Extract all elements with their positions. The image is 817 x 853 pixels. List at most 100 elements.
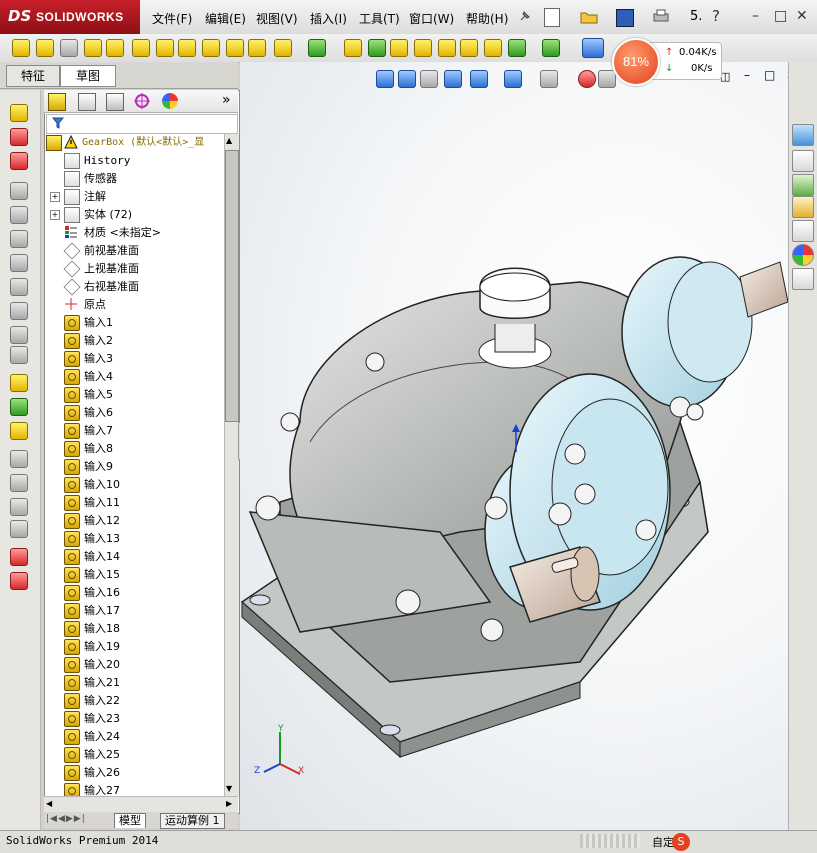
freeform-icon[interactable] [10, 326, 28, 344]
hole-wizard-icon[interactable] [156, 39, 174, 57]
tree-item[interactable]: 输入12 [44, 512, 224, 530]
tree-item[interactable]: 输入6 [44, 404, 224, 422]
linear-pattern-icon[interactable] [308, 39, 326, 57]
tree-item[interactable]: 输入1 [44, 314, 224, 332]
indent-icon[interactable] [10, 302, 28, 320]
previous-view-icon[interactable] [420, 70, 438, 88]
tree-item[interactable]: 输入9 [44, 458, 224, 476]
explode-icon[interactable] [10, 422, 28, 440]
tree-item[interactable]: 右视基准面 [44, 278, 224, 296]
tab-features[interactable]: 特征 [6, 65, 60, 87]
scroll-left-arrow-icon[interactable]: ◀ [46, 799, 52, 808]
tree-item[interactable]: 输入10 [44, 476, 224, 494]
appearances-icon[interactable] [792, 244, 814, 266]
instant3d-icon[interactable] [542, 39, 560, 57]
home-icon[interactable] [792, 150, 814, 172]
rib-icon[interactable] [344, 39, 362, 57]
gearbox-model[interactable] [240, 62, 788, 830]
tab-nav-arrows-icon[interactable]: |◀◀▶▶| [46, 814, 86, 824]
zoom-to-fit-icon[interactable] [376, 70, 394, 88]
tree-item[interactable]: 输入20 [44, 656, 224, 674]
revolve-boss-icon[interactable] [36, 39, 54, 57]
tree-item[interactable]: 输入8 [44, 440, 224, 458]
extrude-cut-icon[interactable] [132, 39, 150, 57]
tree-item[interactable]: 输入15 [44, 566, 224, 584]
property-manager-tab-icon[interactable] [78, 93, 96, 111]
mirror-icon[interactable] [460, 39, 478, 57]
gusset-icon[interactable] [10, 498, 28, 516]
structural-member-icon[interactable] [10, 474, 28, 492]
overflow-label[interactable]: 5. [690, 9, 702, 24]
loft-icon[interactable] [84, 39, 102, 57]
network-speed-widget[interactable]: ↑ 0.04K/s ↓ 0K/s [650, 42, 722, 80]
new-document-icon[interactable] [544, 8, 560, 27]
tab-sketch[interactable]: 草图 [60, 65, 116, 87]
tree-item[interactable]: 输入21 [44, 674, 224, 692]
tab-model[interactable]: 模型 [114, 813, 146, 828]
deform-icon[interactable] [10, 278, 28, 296]
scroll-right-arrow-icon[interactable]: ▶ [226, 799, 232, 808]
display-manager-tab-icon[interactable] [162, 93, 178, 109]
menu-tools[interactable]: 工具(T) [359, 10, 400, 27]
tree-item[interactable]: History [44, 152, 224, 170]
extrude-boss-icon[interactable] [12, 39, 30, 57]
sketch-toolbar-toggle-icon[interactable] [582, 38, 604, 58]
apply-scene-icon[interactable] [598, 70, 616, 88]
file-explorer-icon[interactable] [792, 196, 814, 218]
tree-item[interactable]: 输入13 [44, 530, 224, 548]
tree-item[interactable]: 输入3 [44, 350, 224, 368]
tree-item[interactable]: 输入27 [44, 782, 224, 796]
tree-item[interactable]: 输入7 [44, 422, 224, 440]
chamfer-icon[interactable] [274, 39, 292, 57]
tree-horizontal-scrollbar[interactable]: ◀ ▶ [44, 796, 238, 813]
menu-insert[interactable]: 插入(I) [310, 10, 347, 27]
boundary-icon[interactable] [106, 39, 124, 57]
edit-appearance-icon[interactable] [578, 70, 596, 88]
curves-icon[interactable] [508, 39, 526, 57]
tree-item[interactable]: 输入24 [44, 728, 224, 746]
doc-minimize-button[interactable]: – [744, 68, 750, 82]
tree-item[interactable]: 输入11 [44, 494, 224, 512]
menu-help[interactable]: 帮助(H) [466, 10, 508, 27]
flex-icon[interactable] [10, 254, 28, 272]
menu-file[interactable]: 文件(F) [152, 10, 192, 27]
doc-maximize-button[interactable]: □ [764, 68, 775, 82]
tree-item[interactable]: 前视基准面 [44, 242, 224, 260]
dome-icon[interactable] [438, 39, 456, 57]
help-icon[interactable]: ? [712, 7, 720, 25]
sweep-icon[interactable] [60, 39, 78, 57]
dimxpert-tab-icon[interactable] [134, 93, 150, 109]
display-style-icon[interactable] [504, 70, 522, 88]
split-line-icon[interactable] [10, 206, 28, 224]
tree-item[interactable]: 输入5 [44, 386, 224, 404]
tree-item[interactable]: 输入26 [44, 764, 224, 782]
tree-item[interactable]: + 注解 [44, 188, 224, 206]
tree-item[interactable]: 输入23 [44, 710, 224, 728]
hide-show-items-icon[interactable] [540, 70, 558, 88]
menu-edit[interactable]: 编辑(E) [205, 10, 246, 27]
tree-item[interactable]: 上视基准面 [44, 260, 224, 278]
tree-item[interactable]: 原点 [44, 296, 224, 314]
render-icon[interactable] [10, 572, 28, 590]
end-cap-icon[interactable] [10, 520, 28, 538]
wrap-icon[interactable] [414, 39, 432, 57]
solidworks-resources-icon[interactable] [792, 124, 814, 146]
tree-item[interactable]: 输入17 [44, 602, 224, 620]
tree-scrollbar-thumb[interactable] [225, 150, 239, 422]
shell-icon[interactable] [390, 39, 408, 57]
tree-root-gearbox[interactable]: GearBox (默认<默认>_显 [44, 134, 224, 152]
expand-toggle-icon[interactable]: + [50, 210, 60, 220]
lofted-cut-icon[interactable] [226, 39, 244, 57]
scale-icon[interactable] [10, 230, 28, 248]
draft-icon[interactable] [368, 39, 386, 57]
tree-item[interactable]: 传感器 [44, 170, 224, 188]
tree-filter-input[interactable] [46, 114, 238, 134]
pin-icon[interactable] [518, 9, 532, 23]
zoom-to-area-icon[interactable] [398, 70, 416, 88]
graphics-area[interactable]: Y X Z [240, 62, 788, 830]
view-palette-icon[interactable] [792, 220, 814, 242]
feature-tree-tab-icon[interactable] [48, 93, 66, 111]
swept-cut-icon[interactable] [202, 39, 220, 57]
tree-item[interactable]: + 实体 (72) [44, 206, 224, 224]
scroll-up-arrow-icon[interactable]: ▲ [226, 136, 232, 145]
